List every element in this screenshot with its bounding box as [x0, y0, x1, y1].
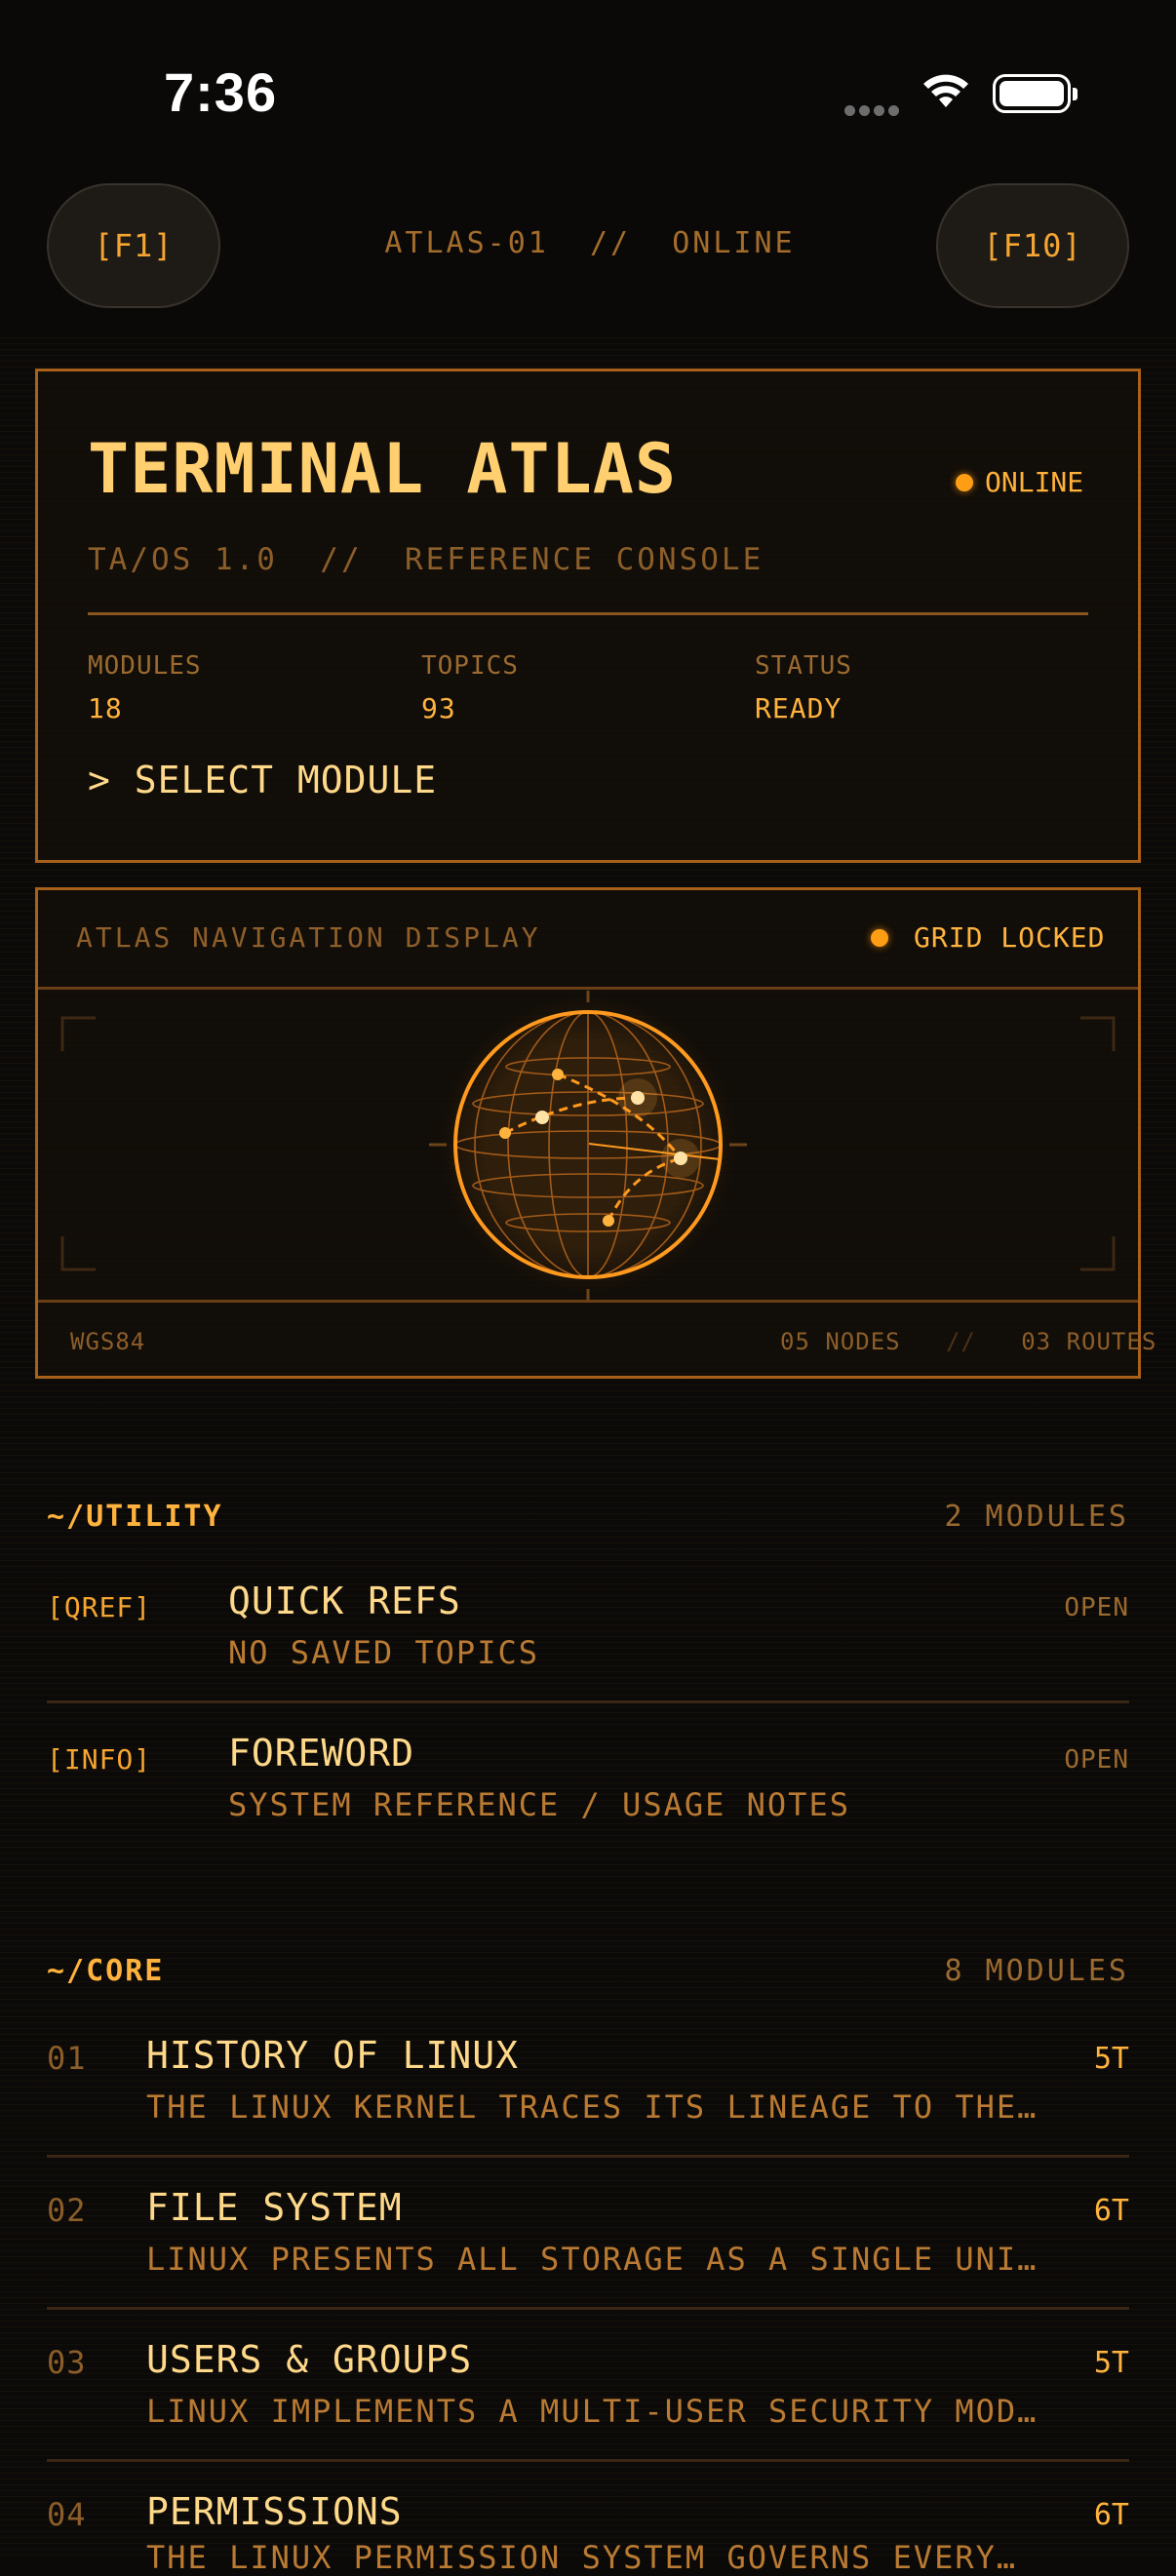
utility-module-count: 2 MODULES — [944, 1500, 1129, 1534]
core-module-count: 8 MODULES — [944, 1954, 1129, 1988]
footer-separator: // — [945, 1328, 976, 1355]
module-number: 01 — [47, 2040, 87, 2077]
routes-count: 03 ROUTES — [1021, 1328, 1157, 1355]
module-subtitle: LINUX PRESENTS ALL STORAGE AS A SINGLE U… — [146, 2241, 1039, 2278]
module-title: QUICK REFS — [228, 1580, 461, 1622]
utility-section-header: ~/UTILITY — [47, 1500, 223, 1534]
open-button[interactable]: OPEN — [1034, 1745, 1129, 1775]
module-subtitle: LINUX IMPLEMENTS A MULTI-USER SECURITY M… — [146, 2393, 1039, 2430]
topic-count: 5T — [1093, 2042, 1129, 2076]
nodes-count: 05 NODES — [780, 1328, 901, 1355]
module-number: 03 — [47, 2344, 87, 2381]
module-tag: [INFO] — [47, 1743, 152, 1776]
module-title: FOREWORD — [228, 1732, 415, 1775]
row-divider — [47, 2155, 1129, 2158]
module-number: 02 — [47, 2192, 87, 2229]
row-divider — [47, 1700, 1129, 1703]
row-divider — [47, 2459, 1129, 2462]
nav-footer-stats: 05 NODES // 03 ROUTES — [780, 1328, 1156, 1355]
module-number: 04 — [47, 2496, 87, 2533]
datum-label: WGS84 — [70, 1328, 146, 1355]
module-title: HISTORY OF LINUX — [146, 2034, 520, 2077]
globe-map-icon[interactable] — [417, 991, 759, 1303]
row-divider — [47, 2307, 1129, 2310]
topic-count: 6T — [1093, 2498, 1129, 2532]
topic-count: 5T — [1093, 2346, 1129, 2380]
module-tag: [QREF] — [47, 1591, 152, 1623]
module-subtitle: NO SAVED TOPICS — [228, 1634, 539, 1671]
module-subtitle: THE LINUX KERNEL TRACES ITS LINEAGE TO T… — [146, 2088, 1039, 2126]
open-button[interactable]: OPEN — [1034, 1593, 1129, 1622]
module-subtitle: SYSTEM REFERENCE / USAGE NOTES — [228, 1786, 850, 1823]
module-title: FILE SYSTEM — [146, 2186, 403, 2229]
core-section-header: ~/CORE — [47, 1954, 165, 1988]
module-title: PERMISSIONS — [146, 2490, 403, 2533]
topic-count: 6T — [1093, 2194, 1129, 2228]
module-title: USERS & GROUPS — [146, 2338, 473, 2381]
module-subtitle: THE LINUX PERMISSION SYSTEM GOVERNS EVER… — [146, 2539, 1018, 2576]
